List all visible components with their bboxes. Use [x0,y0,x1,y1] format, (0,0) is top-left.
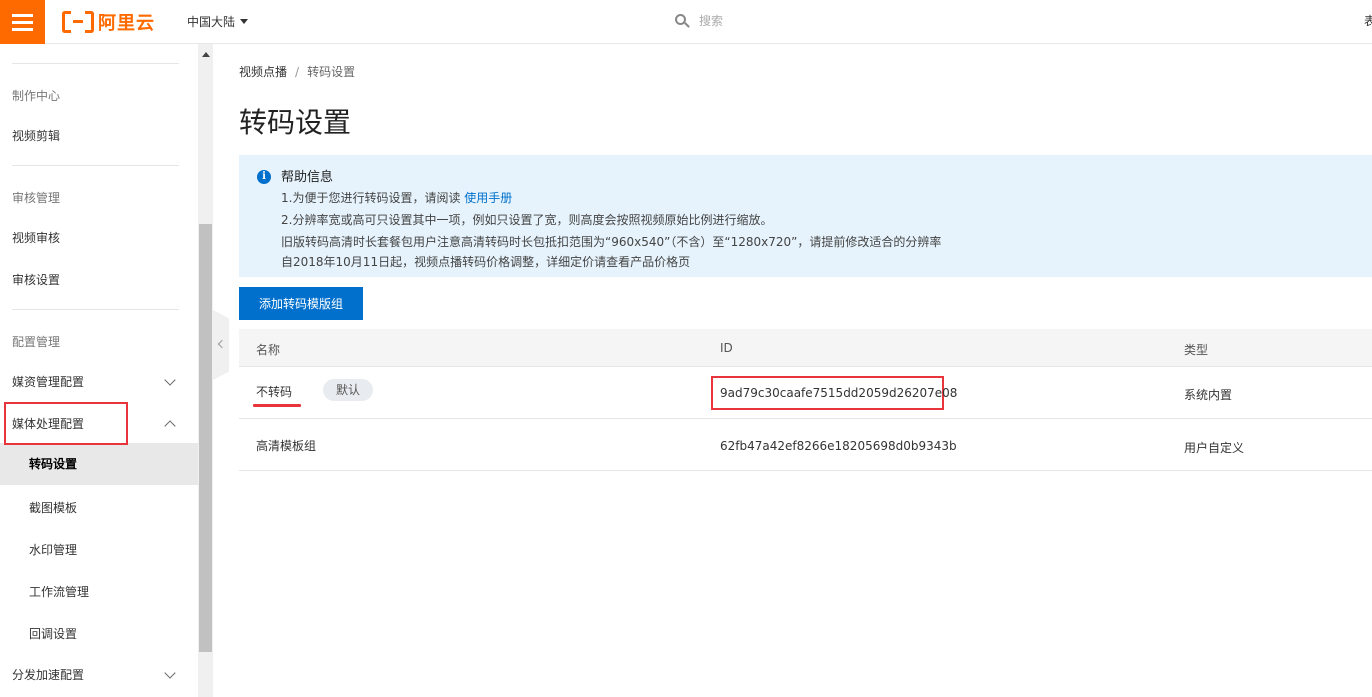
help-title: 帮助信息 [281,170,334,185]
page-title: 转码设置 [239,106,352,139]
transcode-template-table: 名称 ID 类型 不转码 默认 9ad79c30caafe7515dd2059d… [239,329,1372,471]
sidebar-item-transcode-settings[interactable]: 转码设置 [0,443,198,485]
top-right-cut-text[interactable]: 表 [1364,12,1372,29]
sidebar-divider [12,309,179,310]
breadcrumb-current: 转码设置 [307,65,356,79]
sidebar-divider [12,165,179,166]
sidebar-divider [12,63,179,64]
template-name[interactable]: 高清模板组 [256,437,316,454]
sidebar-item-video-review[interactable]: 视频审核 [12,228,187,248]
column-header-id: ID [720,341,733,355]
sidebar-item-cdn-config[interactable]: 分发加速配置 [12,665,187,685]
user-manual-link[interactable]: 使用手册 [464,191,512,205]
menu-icon [12,14,33,17]
caret-down-icon [240,19,249,24]
sidebar-group-config: 配置管理 [12,335,61,349]
breadcrumb-separator: / [295,65,300,79]
template-type: 系统内置 [1184,388,1233,402]
table-row[interactable]: 高清模板组 62fb47a42ef8266e18205698d0b9343b 用… [239,419,1372,471]
scrollbar-thumb[interactable] [199,224,212,652]
menu-icon-bar [12,21,33,24]
aliyun-logo-icon [62,11,94,33]
breadcrumb-root[interactable]: 视频点播 [239,65,287,79]
search-input[interactable] [699,14,899,28]
sidebar-scrollbar[interactable] [198,44,213,697]
help-line-3: 旧版转码高清时长套餐包用户注意高清转码时长包抵扣范围为“960x540”（不含）… [281,235,942,249]
sidebar-item-snapshot-template[interactable]: 截图模板 [29,499,77,516]
sidebar-item-watermark[interactable]: 水印管理 [29,541,77,558]
chevron-left-icon [217,339,227,349]
breadcrumb: 视频点播 / 转码设置 [239,63,355,80]
template-name[interactable]: 不转码 [256,383,292,400]
help-line-4: 自2018年10月11日起，视频点播转码价格调整，详细定价请查看产品价格页 [281,255,691,269]
sidebar-collapse-button[interactable] [213,310,229,380]
column-header-type: 类型 [1184,343,1209,357]
help-info-panel: i 帮助信息 1.为便于您进行转码设置，请阅读 使用手册 2.分辨率宽或高可只设… [239,155,1372,277]
default-badge: 默认 [323,379,374,401]
hamburger-menu-button[interactable] [0,0,45,44]
template-id: 9ad79c30caafe7515dd2059d26207e08 [720,386,958,400]
menu-icon-bar [12,28,33,31]
help-line-2: 2.分辨率宽或高可只设置其中一项，例如只设置了宽，则高度会按照视频原始比例进行缩… [281,213,773,227]
add-transcode-template-group-button[interactable]: 添加转码模版组 [239,287,363,320]
region-label: 中国大陆 [187,15,236,29]
logo-text: 阿里云 [98,13,155,34]
search-icon [675,14,690,28]
table-row[interactable]: 不转码 默认 9ad79c30caafe7515dd2059d26207e08 … [239,367,1372,419]
sidebar-item-review-settings[interactable]: 审核设置 [12,270,187,290]
aliyun-logo[interactable]: 阿里云 [62,10,155,34]
help-line-1-text: 1.为便于您进行转码设置，请阅读 [281,191,461,205]
help-line-1: 1.为便于您进行转码设置，请阅读 使用手册 [281,189,512,206]
sidebar-item-callback-settings[interactable]: 回调设置 [29,625,77,642]
table-header: 名称 ID 类型 [239,329,1372,367]
scroll-up-arrow-icon[interactable] [202,52,210,57]
sidebar-group-production: 制作中心 [12,89,61,103]
top-bar: 阿里云 中国大陆 表 [0,0,1372,44]
sidebar-group-review: 审核管理 [12,191,61,205]
template-id: 62fb47a42ef8266e18205698d0b9343b [720,439,957,453]
sidebar-item-media-asset-config[interactable]: 媒资管理配置 [12,372,187,392]
info-icon: i [257,170,271,184]
column-header-name: 名称 [256,343,281,357]
search-box[interactable] [675,10,975,32]
sidebar-item-workflow[interactable]: 工作流管理 [29,583,89,600]
template-type: 用户自定义 [1184,441,1245,455]
region-selector[interactable]: 中国大陆 [187,13,249,30]
sidebar-item-label: 转码设置 [29,457,78,471]
active-item-highlight-box [4,402,128,445]
name-underline-annotation [253,404,301,407]
sidebar-item-video-edit[interactable]: 视频剪辑 [12,126,187,146]
sidebar: 制作中心 视频剪辑 审核管理 视频审核 审核设置 配置管理 媒资管理配置 媒体处… [0,44,198,697]
